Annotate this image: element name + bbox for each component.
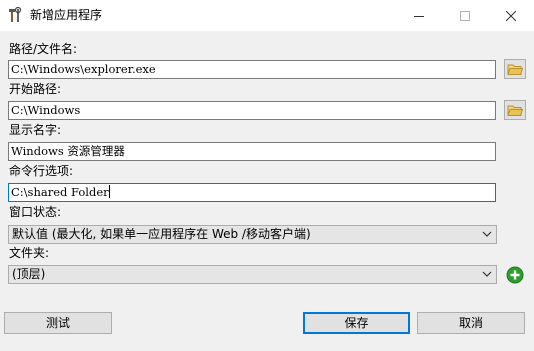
- chevron-down-icon: [482, 271, 492, 277]
- add-folder-button[interactable]: [506, 266, 524, 284]
- folder-icon: [507, 64, 523, 75]
- path-label: 路径/文件名:: [9, 42, 78, 56]
- chevron-down-icon: [482, 231, 492, 237]
- path-input[interactable]: C:\Windows\explorer.exe: [8, 60, 496, 79]
- folder-select[interactable]: (顶层): [8, 265, 497, 284]
- title-bar: 新增应用程序: [0, 0, 534, 31]
- start-path-label: 开始路径:: [9, 82, 62, 96]
- window-state-value: 默认值 (最大化, 如果单一应用程序在 Web /移动客户端): [12, 227, 311, 241]
- cancel-button[interactable]: 取消: [417, 312, 525, 334]
- display-name-label: 显示名字:: [9, 123, 62, 137]
- folder-label: 文件夹:: [9, 246, 50, 260]
- cmd-options-value: C:\shared Folder: [11, 185, 109, 199]
- display-name-input[interactable]: Windows 资源管理器: [8, 142, 496, 161]
- cmd-options-label: 命令行选项:: [9, 164, 74, 178]
- close-button[interactable]: [488, 0, 534, 31]
- close-icon: [506, 10, 516, 21]
- folder-icon: [507, 105, 523, 116]
- start-path-browse-button[interactable]: [504, 100, 526, 120]
- start-path-input[interactable]: C:\Windows: [8, 101, 496, 120]
- cmd-options-input[interactable]: C:\shared Folder: [8, 183, 496, 202]
- text-caret: [108, 185, 110, 198]
- folder-value: (顶层): [12, 267, 46, 281]
- maximize-icon: [460, 10, 470, 21]
- save-button[interactable]: 保存: [303, 312, 410, 334]
- minimize-icon: [414, 15, 424, 17]
- window-title: 新增应用程序: [30, 8, 103, 22]
- window-state-label: 窗口状态:: [9, 205, 62, 219]
- maximize-button[interactable]: [442, 0, 488, 31]
- test-button[interactable]: 测试: [4, 312, 112, 334]
- minimize-button[interactable]: [396, 0, 442, 31]
- window-state-select[interactable]: 默认值 (最大化, 如果单一应用程序在 Web /移动客户端): [8, 225, 497, 244]
- app-tools-icon: [9, 7, 22, 22]
- path-browse-button[interactable]: [504, 59, 526, 79]
